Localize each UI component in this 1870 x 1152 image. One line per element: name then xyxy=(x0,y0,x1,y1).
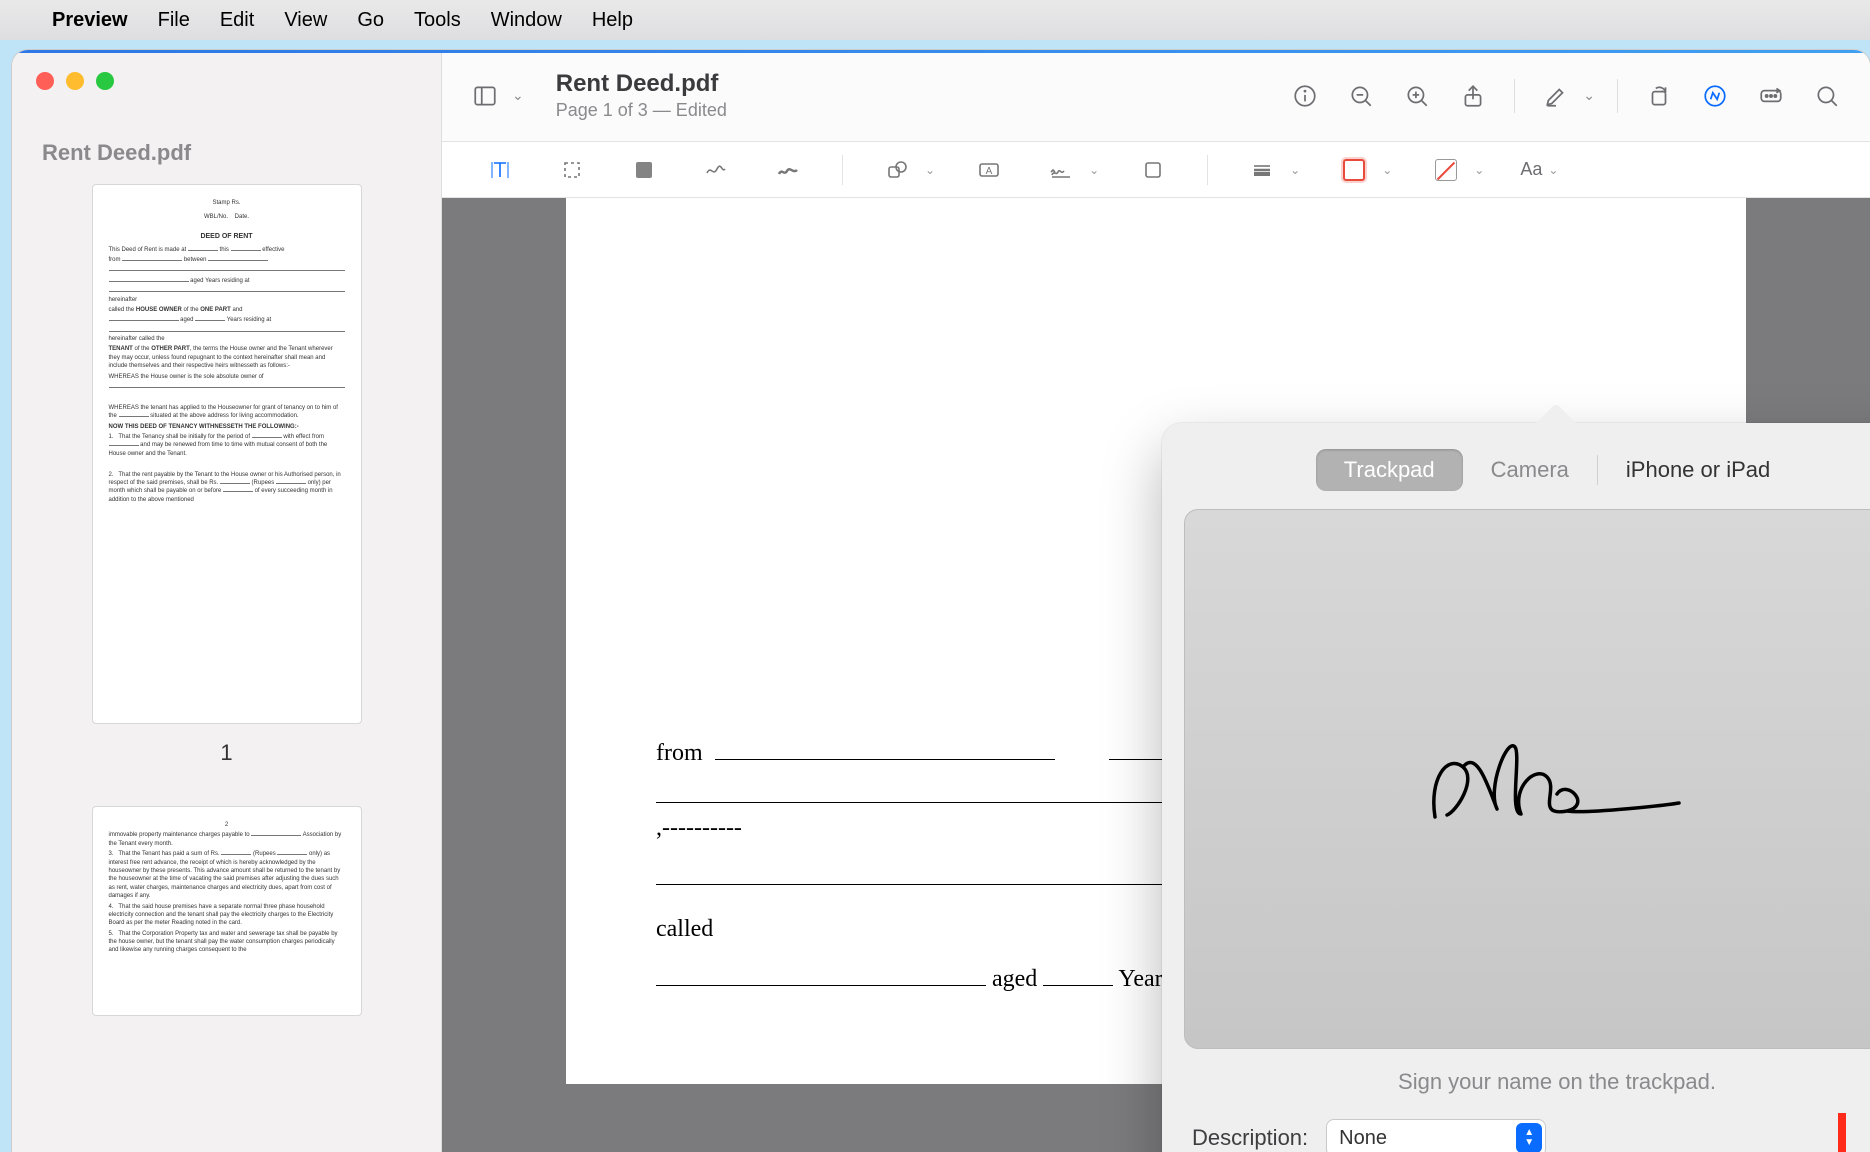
signature-drawing xyxy=(1417,719,1697,839)
menu-view[interactable]: View xyxy=(284,9,327,32)
form-fill-button[interactable] xyxy=(1752,77,1790,115)
note-tool[interactable] xyxy=(1135,152,1171,188)
text-box-tool[interactable]: A xyxy=(971,152,1007,188)
zoom-in-button[interactable] xyxy=(1398,77,1436,115)
description-select[interactable]: None ▲▼ xyxy=(1326,1119,1546,1152)
redact-tool[interactable] xyxy=(626,152,662,188)
description-label: Description: xyxy=(1192,1125,1308,1151)
word-called: called xyxy=(656,916,713,942)
main-toolbar: ⌄ Rent Deed.pdf Page 1 of 3 — Edited ⌄ xyxy=(442,50,1870,142)
page-thumbnail-2[interactable]: 2 immovable property maintenance charges… xyxy=(92,806,362,1016)
menu-help[interactable]: Help xyxy=(592,9,633,32)
info-button[interactable] xyxy=(1286,77,1324,115)
share-button[interactable] xyxy=(1454,77,1492,115)
select-stepper-icon: ▲▼ xyxy=(1516,1123,1542,1152)
border-color-tool[interactable] xyxy=(1336,152,1372,188)
minimize-window-button[interactable] xyxy=(66,72,84,90)
menu-tools[interactable]: Tools xyxy=(414,9,461,32)
document-viewport[interactable]: effective from , ,---------- residing xyxy=(442,198,1870,1152)
rotate-button[interactable] xyxy=(1640,77,1678,115)
shape-style-tool[interactable] xyxy=(1244,152,1280,188)
menu-file[interactable]: File xyxy=(158,9,190,32)
signature-instruction: Sign your name on the trackpad. xyxy=(1162,1069,1870,1095)
document-title: Rent Deed.pdf xyxy=(556,70,1269,98)
sketch-tool[interactable] xyxy=(698,152,734,188)
markup-button[interactable] xyxy=(1696,77,1734,115)
app-name[interactable]: Preview xyxy=(52,9,128,32)
rect-selection-tool[interactable] xyxy=(554,152,590,188)
word-from: from xyxy=(656,740,703,766)
draw-tool[interactable] xyxy=(770,152,806,188)
signature-canvas[interactable] xyxy=(1184,509,1870,1049)
fill-color-chevron-icon[interactable]: ⌄ xyxy=(1474,163,1484,177)
signature-source-tabs: Trackpad Camera iPhone or iPad xyxy=(1316,449,1798,491)
fill-color-tool[interactable] xyxy=(1428,152,1464,188)
markup-toolbar: ⌄ A ⌄ ⌄ ⌄ ⌄ Aa⌄ xyxy=(442,142,1870,198)
highlight-menu-chevron-icon[interactable]: ⌄ xyxy=(1583,87,1595,104)
sidebar-toggle-button[interactable] xyxy=(466,77,504,115)
svg-text:A: A xyxy=(986,166,993,177)
thumbnail-sidebar: Rent Deed.pdf Stamp Rs. WBL/No. Date. DE… xyxy=(12,50,442,1152)
sidebar-menu-chevron-icon[interactable]: ⌄ xyxy=(512,87,524,104)
window-controls xyxy=(12,72,441,112)
close-window-button[interactable] xyxy=(36,72,54,90)
menu-go[interactable]: Go xyxy=(357,9,384,32)
zoom-window-button[interactable] xyxy=(96,72,114,90)
menu-bar: Preview File Edit View Go Tools Window H… xyxy=(0,0,1870,40)
shapes-tool[interactable] xyxy=(879,152,915,188)
tab-camera[interactable]: Camera xyxy=(1463,449,1597,491)
menu-window[interactable]: Window xyxy=(491,9,562,32)
document-subtitle: Page 1 of 3 — Edited xyxy=(556,100,1269,121)
menu-edit[interactable]: Edit xyxy=(220,9,254,32)
text-selection-tool[interactable] xyxy=(482,152,518,188)
text-style-tool[interactable]: Aa⌄ xyxy=(1520,159,1558,180)
sidebar-document-title: Rent Deed.pdf xyxy=(12,112,441,184)
page-number-label: 1 xyxy=(12,740,441,766)
word-aged: aged xyxy=(992,966,1037,992)
signature-tool[interactable] xyxy=(1043,152,1079,188)
page-thumbnail-1[interactable]: Stamp Rs. WBL/No. Date. DEED OF RENT Thi… xyxy=(92,184,362,724)
border-color-chevron-icon[interactable]: ⌄ xyxy=(1382,163,1392,177)
tab-iphone-ipad[interactable]: iPhone or iPad xyxy=(1598,449,1798,491)
zoom-out-button[interactable] xyxy=(1342,77,1380,115)
tab-trackpad[interactable]: Trackpad xyxy=(1316,449,1463,491)
shapes-chevron-icon[interactable]: ⌄ xyxy=(925,163,935,177)
description-value: None xyxy=(1339,1127,1387,1150)
title-block: Rent Deed.pdf Page 1 of 3 — Edited xyxy=(556,70,1269,121)
signature-popover: Trackpad Camera iPhone or iPad Sign your… xyxy=(1162,423,1870,1152)
preview-window: Rent Deed.pdf Stamp Rs. WBL/No. Date. DE… xyxy=(12,50,1870,1152)
highlight-button[interactable] xyxy=(1537,77,1575,115)
shape-style-chevron-icon[interactable]: ⌄ xyxy=(1290,163,1300,177)
search-button[interactable] xyxy=(1808,77,1846,115)
annotation-arrow xyxy=(1822,1108,1862,1152)
signature-chevron-icon[interactable]: ⌄ xyxy=(1089,163,1099,177)
